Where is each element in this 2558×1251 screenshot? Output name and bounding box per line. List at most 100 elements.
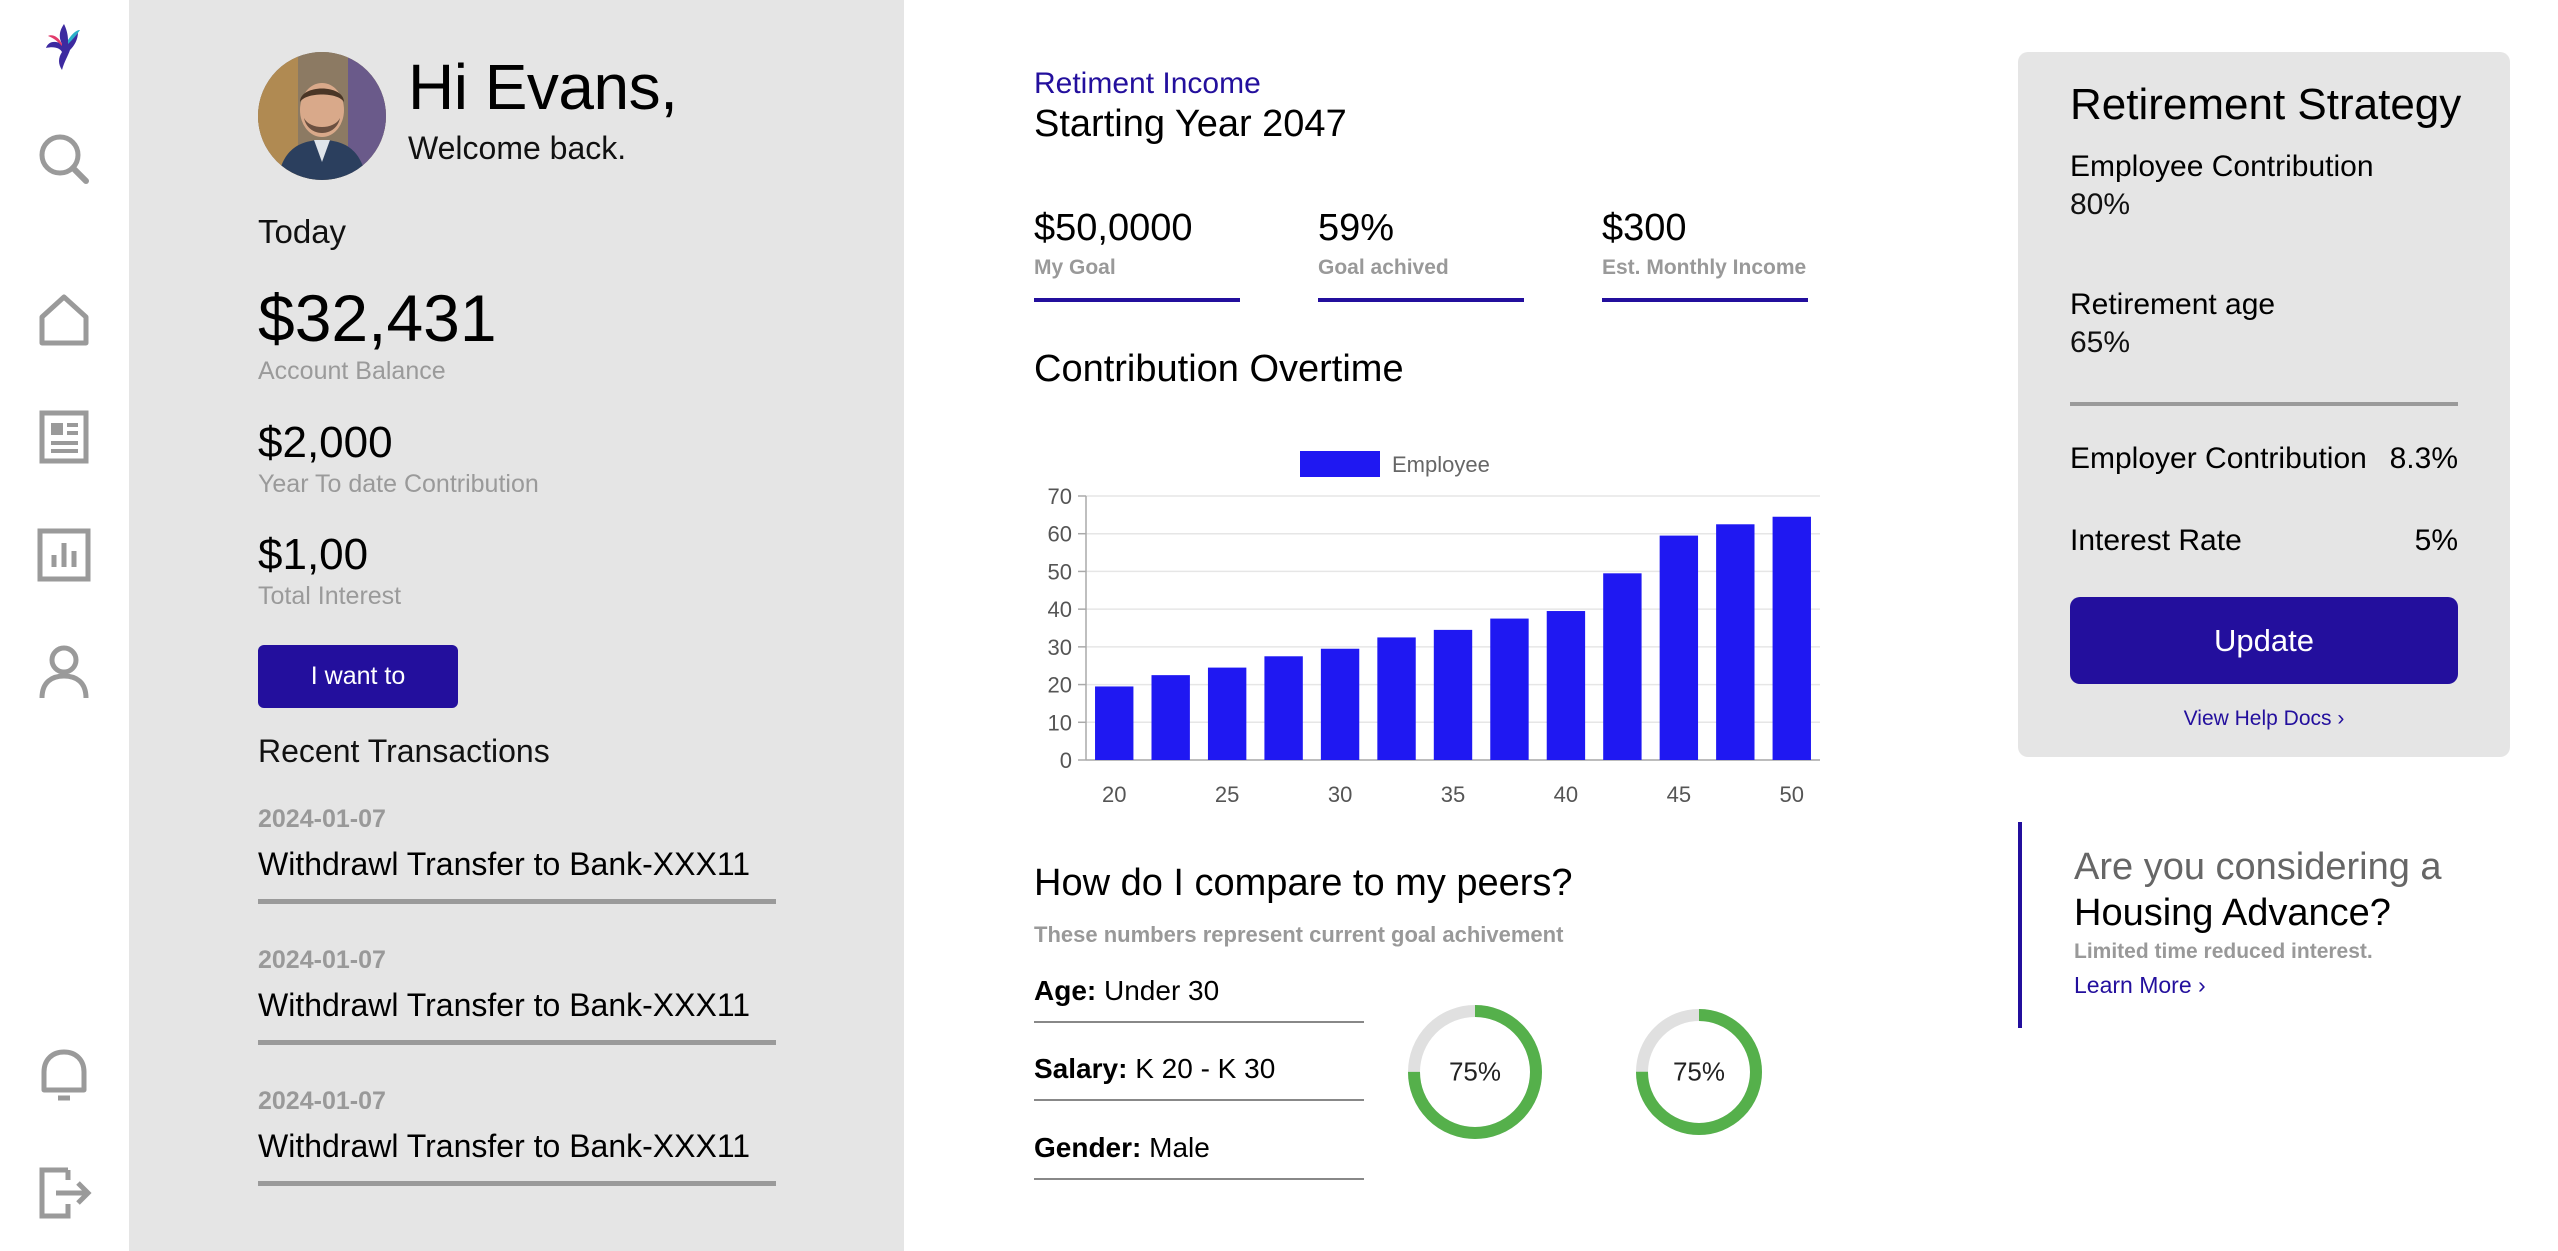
- employee-contribution-value[interactable]: 80%: [2070, 188, 2130, 222]
- bar-chart-icon[interactable]: [30, 521, 98, 589]
- peers-subtitle: These numbers represent current goal ach…: [1034, 922, 1564, 947]
- employer-contribution-value[interactable]: 8.3%: [2390, 442, 2458, 476]
- learn-more-link[interactable]: Learn More ›: [2074, 972, 2206, 999]
- employee-contribution-label: Employee Contribution: [2070, 150, 2374, 183]
- stat-my-goal: $50,0000 My Goal: [1034, 207, 1240, 302]
- bar-employee: [1320, 648, 1360, 760]
- employer-contribution-label: Employer Contribution: [2070, 442, 2367, 475]
- bar-employee: [1490, 618, 1529, 760]
- y-tick-label: 60: [1048, 522, 1072, 547]
- transaction-date: 2024-01-07: [258, 946, 386, 974]
- account-balance-label: Account Balance: [258, 357, 446, 385]
- peer-row-salary: Salary: K 20 - K 30: [1034, 1053, 1364, 1101]
- x-tick-label: 25: [1215, 782, 1239, 807]
- y-tick-label: 50: [1048, 559, 1072, 584]
- bird-logo-icon[interactable]: [30, 12, 98, 80]
- peer-donut-2: 75%: [1634, 1007, 1764, 1137]
- retirement-income-label: Retiment Income: [1034, 67, 1261, 100]
- peer-key: Gender:: [1034, 1132, 1142, 1163]
- stat-goal-achieved: 59% Goal achived: [1318, 207, 1524, 302]
- transaction-description: Withdrawl Transfer to Bank-XXX11: [258, 987, 751, 1023]
- x-tick-label: 30: [1328, 782, 1352, 807]
- x-tick-label: 45: [1667, 782, 1691, 807]
- recent-transactions-title: Recent Transactions: [258, 733, 550, 769]
- bar-employee: [1546, 611, 1586, 760]
- promo-line-3: Limited time reduced interest.: [2074, 940, 2373, 963]
- donut-label: 75%: [1448, 1056, 1502, 1087]
- transaction-item[interactable]: 2024-01-07 Withdrawl Transfer to Bank-XX…: [258, 946, 776, 1045]
- y-tick-label: 0: [1060, 748, 1072, 773]
- peer-row-age: Age: Under 30: [1034, 975, 1364, 1023]
- retirement-age-value[interactable]: 65%: [2070, 326, 2130, 360]
- y-tick-label: 40: [1048, 597, 1072, 622]
- total-interest-value: $1,00: [258, 530, 369, 579]
- user-icon[interactable]: [30, 638, 98, 706]
- promo-line-1: Are you considering a: [2074, 846, 2442, 888]
- ytd-contribution-label: Year To date Contribution: [258, 470, 539, 498]
- transaction-description: Withdrawl Transfer to Bank-XXX11: [258, 1128, 751, 1164]
- bar-employee: [1433, 629, 1473, 760]
- retirement-age-label: Retirement age: [2070, 288, 2276, 321]
- transaction-description: Withdrawl Transfer to Bank-XXX11: [258, 846, 751, 882]
- transaction-item[interactable]: 2024-01-07 Withdrawl Transfer to Bank-XX…: [258, 1087, 776, 1186]
- profile-panel: [129, 0, 904, 1251]
- legend-swatch: [1300, 451, 1380, 477]
- y-tick-label: 20: [1048, 673, 1072, 698]
- view-help-docs-link[interactable]: View Help Docs ›: [2018, 707, 2510, 731]
- interest-rate-value[interactable]: 5%: [2415, 524, 2458, 558]
- y-tick-label: 10: [1048, 710, 1072, 735]
- contribution-bar-chart: Employee 0 10 20 30 40 50 60 70 20 25 30 35 40 45 50: [1048, 451, 1820, 807]
- x-tick-label: 20: [1102, 782, 1126, 807]
- stat-monthly-income: $300 Est. Monthly Income: [1602, 207, 1808, 302]
- peer-row-gender: Gender: Male: [1034, 1132, 1364, 1180]
- stat-value: $50,0000: [1034, 207, 1193, 249]
- update-button[interactable]: Update: [2070, 597, 2458, 684]
- interest-rate-label: Interest Rate: [2070, 524, 2242, 557]
- logout-icon[interactable]: [30, 1158, 98, 1226]
- contribution-chart-title: Contribution Overtime: [1034, 348, 1404, 390]
- x-tick-label: 40: [1554, 782, 1578, 807]
- welcome-text: Welcome back.: [408, 130, 627, 166]
- x-tick-label: 35: [1441, 782, 1465, 807]
- bar-employee: [1659, 535, 1699, 760]
- greeting-title: Hi Evans,: [408, 51, 678, 123]
- bar-employee: [1264, 656, 1303, 760]
- peers-title: How do I compare to my peers?: [1034, 862, 1573, 904]
- home-icon[interactable]: [30, 285, 98, 353]
- transaction-date: 2024-01-07: [258, 1087, 386, 1115]
- retirement-start-year: Starting Year 2047: [1034, 103, 1347, 145]
- stat-label: Goal achived: [1318, 256, 1449, 279]
- peer-value: Under 30: [1104, 975, 1220, 1006]
- housing-advance-promo: Are you considering a Housing Advance? L…: [2018, 822, 2478, 1028]
- bar-employee: [1377, 637, 1416, 760]
- y-tick-label: 30: [1048, 635, 1072, 660]
- ytd-contribution-value: $2,000: [258, 418, 393, 467]
- stat-label: My Goal: [1034, 256, 1116, 279]
- bell-icon[interactable]: [30, 1040, 98, 1108]
- avatar[interactable]: [258, 52, 386, 180]
- bar-employee: [1151, 675, 1190, 760]
- bar-employee: [1207, 667, 1247, 760]
- x-tick-label: 50: [1780, 782, 1804, 807]
- strategy-title: Retirement Strategy: [2070, 80, 2462, 129]
- stat-label: Est. Monthly Income: [1602, 256, 1807, 279]
- today-label: Today: [258, 213, 347, 250]
- promo-line-2: Housing Advance?: [2074, 892, 2391, 934]
- peer-value: Male: [1149, 1132, 1210, 1163]
- account-balance-value: $32,431: [258, 281, 497, 355]
- bar-employee: [1603, 573, 1642, 760]
- bar-employee: [1772, 516, 1811, 760]
- stat-value: $300: [1602, 207, 1687, 249]
- y-tick-label: 70: [1048, 484, 1072, 509]
- peer-key: Age:: [1034, 975, 1097, 1006]
- peer-key: Salary:: [1034, 1053, 1128, 1084]
- donut-label: 75%: [1672, 1056, 1726, 1087]
- bar-employee: [1095, 686, 1134, 760]
- i-want-to-button[interactable]: I want to: [258, 645, 458, 708]
- document-icon[interactable]: [30, 403, 98, 471]
- nav-rail: [0, 0, 129, 1251]
- bar-employee: [1716, 524, 1755, 760]
- transaction-item[interactable]: 2024-01-07 Withdrawl Transfer to Bank-XX…: [258, 805, 776, 904]
- search-icon[interactable]: [30, 125, 98, 193]
- divider: [2070, 402, 2458, 406]
